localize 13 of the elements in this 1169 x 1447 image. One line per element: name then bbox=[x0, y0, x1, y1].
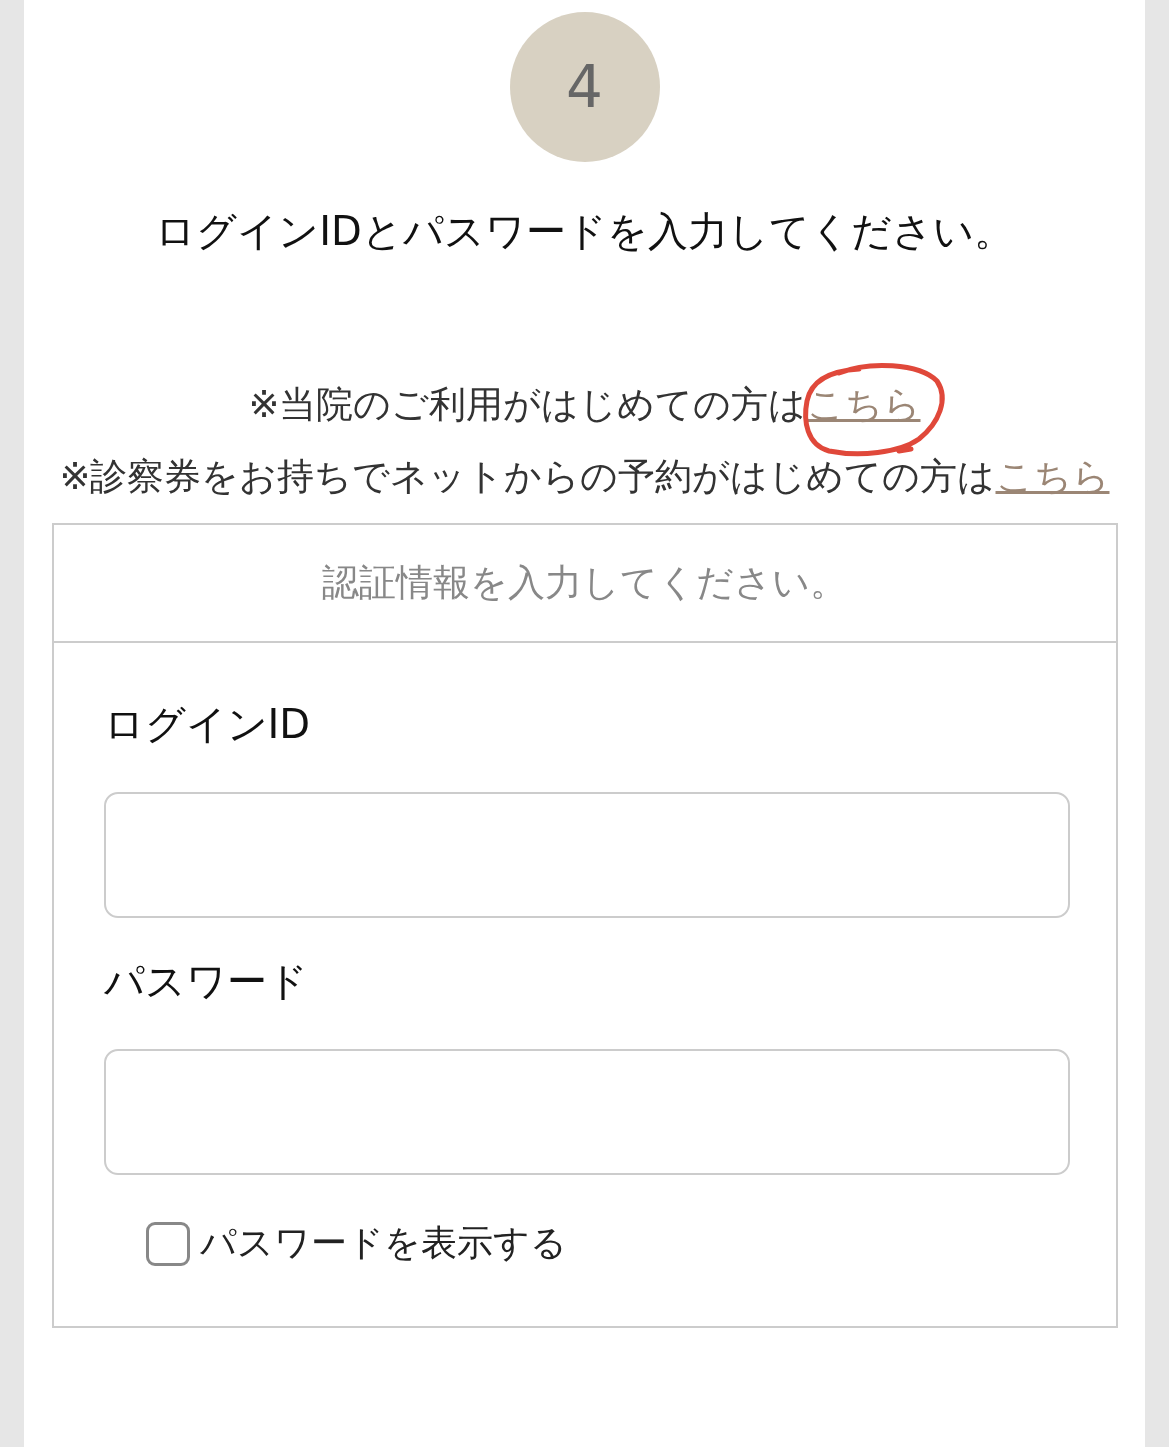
checkbox-label[interactable]: パスワードを表示する bbox=[199, 1219, 567, 1268]
here-link[interactable]: こちら bbox=[995, 455, 1110, 498]
input-field[interactable] bbox=[103, 1049, 1070, 1175]
notice-text: ※当院のご利用がはじめての方は こちら bbox=[234, 369, 935, 441]
field-label: パスワード bbox=[103, 957, 309, 1006]
checkbox[interactable] bbox=[145, 1221, 190, 1266]
step-badge: 4 bbox=[509, 12, 660, 162]
card-header: 認証情報を入力してください。 bbox=[53, 525, 1116, 643]
here-link[interactable]: こちら bbox=[806, 383, 921, 426]
field-label: ログインID bbox=[103, 700, 312, 749]
input-field[interactable] bbox=[103, 792, 1070, 918]
notice-text: ※診察券をお持ちでネットからの予約がはじめての方は こちら bbox=[58, 454, 1111, 500]
instruction-heading: ログインIDとパスワードを入力してください。 bbox=[155, 207, 1014, 256]
